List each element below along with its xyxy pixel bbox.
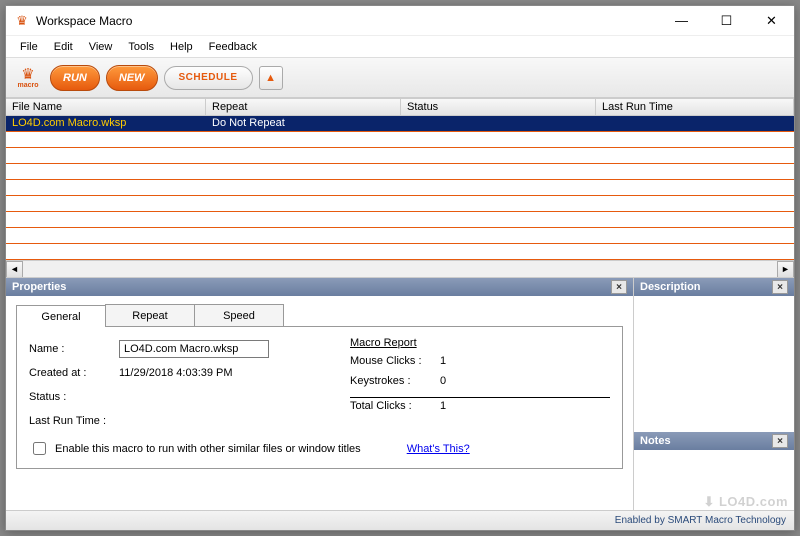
status-label: Status : bbox=[29, 391, 119, 403]
name-input[interactable] bbox=[119, 340, 269, 358]
properties-panel: Properties × General Repeat Speed Name : bbox=[6, 278, 634, 510]
table-row[interactable]: LO4D.com Macro.wksp Do Not Repeat bbox=[6, 116, 794, 132]
grid-body[interactable]: LO4D.com Macro.wksp Do Not Repeat bbox=[6, 116, 794, 260]
titlebar: ♛ Workspace Macro — ☐ ✕ bbox=[6, 6, 794, 36]
tab-speed[interactable]: Speed bbox=[194, 304, 284, 326]
tab-general[interactable]: General bbox=[16, 305, 106, 327]
main-window: ♛ Workspace Macro — ☐ ✕ File Edit View T… bbox=[5, 5, 795, 531]
notes-close-button[interactable]: × bbox=[772, 434, 788, 448]
statusbar: Enabled by SMART Macro Technology bbox=[6, 510, 794, 530]
cell-filename: LO4D.com Macro.wksp bbox=[6, 116, 206, 131]
enable-similar-checkbox[interactable] bbox=[33, 442, 46, 455]
horizontal-scrollbar[interactable]: ◄ ► bbox=[6, 260, 794, 277]
properties-body: General Repeat Speed Name : Created at : bbox=[6, 296, 633, 510]
menu-edit[interactable]: Edit bbox=[46, 38, 81, 56]
description-title: Description bbox=[640, 281, 701, 293]
window-controls: — ☐ ✕ bbox=[659, 6, 794, 35]
window-title: Workspace Macro bbox=[36, 14, 659, 28]
table-row[interactable] bbox=[6, 148, 794, 164]
scroll-track[interactable] bbox=[23, 261, 777, 278]
keystrokes-value: 0 bbox=[440, 375, 446, 395]
collapse-button[interactable]: ▲ bbox=[259, 66, 283, 90]
properties-close-button[interactable]: × bbox=[611, 280, 627, 294]
notes-title: Notes bbox=[640, 435, 671, 447]
table-row[interactable] bbox=[6, 164, 794, 180]
lastrun-label: Last Run Time : bbox=[29, 415, 119, 427]
scroll-right-button[interactable]: ► bbox=[777, 261, 794, 278]
created-label: Created at : bbox=[29, 367, 119, 379]
notes-header: Notes × bbox=[634, 432, 794, 450]
report-title: Macro Report bbox=[350, 337, 610, 349]
whats-this-link[interactable]: What's This? bbox=[407, 443, 470, 455]
table-row[interactable] bbox=[6, 132, 794, 148]
header-status[interactable]: Status bbox=[401, 99, 596, 115]
cell-repeat: Do Not Repeat bbox=[206, 116, 401, 131]
crown-icon: ♛ bbox=[21, 67, 34, 82]
table-row[interactable] bbox=[6, 180, 794, 196]
header-lastrun[interactable]: Last Run Time bbox=[596, 99, 794, 115]
table-row[interactable] bbox=[6, 212, 794, 228]
name-label: Name : bbox=[29, 343, 119, 355]
lower-panels: Properties × General Repeat Speed Name : bbox=[6, 277, 794, 510]
menu-help[interactable]: Help bbox=[162, 38, 201, 56]
close-button[interactable]: ✕ bbox=[749, 6, 794, 35]
toolbar: ♛ macro RUN NEW SCHEDULE ▲ bbox=[6, 58, 794, 98]
maximize-button[interactable]: ☐ bbox=[704, 6, 749, 35]
scroll-left-button[interactable]: ◄ bbox=[6, 261, 23, 278]
grid-header: File Name Repeat Status Last Run Time bbox=[6, 98, 794, 116]
table-row[interactable] bbox=[6, 228, 794, 244]
logo-button[interactable]: ♛ macro bbox=[12, 62, 44, 94]
properties-title: Properties bbox=[12, 281, 66, 293]
description-close-button[interactable]: × bbox=[772, 280, 788, 294]
header-filename[interactable]: File Name bbox=[6, 99, 206, 115]
table-row[interactable] bbox=[6, 244, 794, 260]
description-header: Description × bbox=[634, 278, 794, 296]
menubar: File Edit View Tools Help Feedback bbox=[6, 36, 794, 58]
tab-content-general: Name : Created at : 11/29/2018 4:03:39 P… bbox=[16, 326, 623, 469]
cell-lastrun bbox=[596, 116, 794, 131]
table-row[interactable] bbox=[6, 196, 794, 212]
schedule-button[interactable]: SCHEDULE bbox=[164, 66, 253, 90]
app-icon: ♛ bbox=[14, 13, 30, 29]
created-value: 11/29/2018 4:03:39 PM bbox=[119, 367, 233, 379]
enable-similar-label: Enable this macro to run with other simi… bbox=[55, 443, 361, 455]
notes-panel: Notes × bbox=[634, 432, 794, 510]
mouse-clicks-value: 1 bbox=[440, 355, 446, 375]
minimize-button[interactable]: — bbox=[659, 6, 704, 35]
tab-repeat[interactable]: Repeat bbox=[105, 304, 195, 326]
properties-header: Properties × bbox=[6, 278, 633, 296]
logo-text: macro bbox=[17, 82, 38, 89]
right-panels: Description × Notes × bbox=[634, 278, 794, 510]
cell-status bbox=[401, 116, 596, 131]
header-repeat[interactable]: Repeat bbox=[206, 99, 401, 115]
properties-tabs: General Repeat Speed bbox=[16, 304, 623, 326]
mouse-clicks-label: Mouse Clicks : bbox=[350, 355, 440, 375]
new-button[interactable]: NEW bbox=[106, 65, 158, 91]
menu-file[interactable]: File bbox=[12, 38, 46, 56]
triangle-up-icon: ▲ bbox=[265, 72, 276, 84]
menu-view[interactable]: View bbox=[81, 38, 121, 56]
macro-grid: File Name Repeat Status Last Run Time LO… bbox=[6, 98, 794, 277]
menu-tools[interactable]: Tools bbox=[120, 38, 162, 56]
menu-feedback[interactable]: Feedback bbox=[201, 38, 265, 56]
statusbar-text: Enabled by SMART Macro Technology bbox=[615, 515, 786, 526]
keystrokes-label: Keystrokes : bbox=[350, 375, 440, 395]
total-clicks-value: 1 bbox=[440, 400, 446, 417]
description-body[interactable] bbox=[634, 296, 794, 432]
notes-body[interactable] bbox=[634, 450, 794, 510]
run-button[interactable]: RUN bbox=[50, 65, 100, 91]
total-clicks-label: Total Clicks : bbox=[350, 400, 440, 417]
